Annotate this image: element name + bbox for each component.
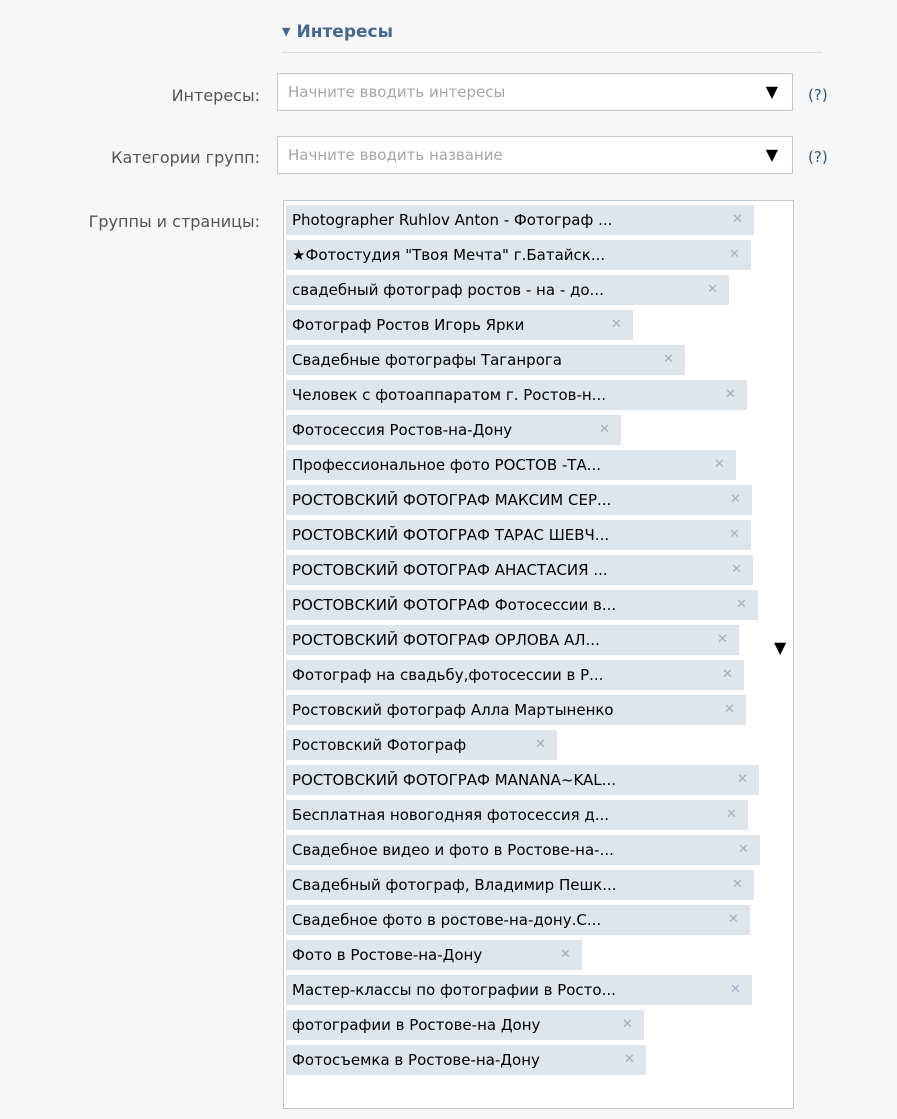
- remove-token-icon[interactable]: ✕: [737, 765, 748, 795]
- group-token: РОСТОВСКИЙ ФОТОГРАФ АНАСТАСИЯ ... ✕: [286, 555, 753, 585]
- remove-token-icon[interactable]: ✕: [726, 800, 737, 830]
- group-token-label: РОСТОВСКИЙ ФОТОГРАФ MANANA~KAL...: [292, 771, 616, 789]
- group-token-label: Ростовский фотограф Алла Мартыненко: [292, 701, 614, 719]
- groups-label: Группы и страницы:: [88, 212, 260, 231]
- remove-token-icon[interactable]: ✕: [725, 380, 736, 410]
- chevron-down-icon[interactable]: ▼: [766, 82, 778, 101]
- group-token: Фотосъемка в Ростове-на-Дону ✕: [286, 1045, 646, 1075]
- group-token: свадебный фотограф ростов - на - до... ✕: [286, 275, 729, 305]
- interests-input[interactable]: Начните вводить интересы ▼: [277, 73, 793, 111]
- categories-input[interactable]: Начните вводить название ▼: [277, 136, 793, 174]
- group-token: Фотограф Ростов Игорь Ярки ✕: [286, 310, 633, 340]
- group-token: Человек с фотоаппаратом г. Ростов-н... ✕: [286, 380, 747, 410]
- group-token-label: фотографии в Ростове-на Дону: [292, 1016, 541, 1034]
- group-token: Фото в Ростове-на-Дону ✕: [286, 940, 582, 970]
- group-token: Свадебный фотограф, Владимир Пешк... ✕: [286, 870, 754, 900]
- group-token: Мастер-классы по фотографии в Росто... ✕: [286, 975, 752, 1005]
- remove-token-icon[interactable]: ✕: [724, 695, 735, 725]
- group-token-label: РОСТОВСКИЙ ФОТОГРАФ АНАСТАСИЯ ...: [292, 561, 608, 579]
- categories-help-link[interactable]: (?): [808, 148, 828, 166]
- groups-multiselect[interactable]: ▼ Photographer Ruhlov Anton - Фотограф .…: [283, 200, 794, 1109]
- group-token: РОСТОВСКИЙ ФОТОГРАФ МАКСИМ СЕР... ✕: [286, 485, 752, 515]
- remove-token-icon[interactable]: ✕: [707, 275, 718, 305]
- group-token-label: РОСТОВСКИЙ ФОТОГРАФ МАКСИМ СЕР...: [292, 491, 612, 509]
- remove-token-icon[interactable]: ✕: [714, 450, 725, 480]
- categories-placeholder: Начните вводить название: [288, 146, 503, 164]
- group-token-label: Свадебное видео и фото в Ростове-на-...: [292, 841, 614, 859]
- remove-token-icon[interactable]: ✕: [535, 730, 546, 760]
- group-token-label: Свадебное фото в ростове-на-дону.С...: [292, 911, 602, 929]
- group-token: Ростовский фотограф Алла Мартыненко ✕: [286, 695, 746, 725]
- remove-token-icon[interactable]: ✕: [738, 835, 749, 865]
- chevron-down-icon[interactable]: ▼: [766, 145, 778, 164]
- group-token: РОСТОВСКИЙ ФОТОГРАФ ОРЛОВА АЛ... ✕: [286, 625, 739, 655]
- remove-token-icon[interactable]: ✕: [611, 310, 622, 340]
- group-token: Свадебное фото в ростове-на-дону.С... ✕: [286, 905, 750, 935]
- group-token-label: Бесплатная новогодняя фотосессия д...: [292, 806, 610, 824]
- group-token-label: Мастер-классы по фотографии в Росто...: [292, 981, 616, 999]
- remove-token-icon[interactable]: ✕: [624, 1045, 635, 1075]
- group-token-label: Профессиональное фото РОСТОВ -ТА...: [292, 456, 602, 474]
- group-token-label: РОСТОВСКИЙ ФОТОГРАФ Фотосессии в...: [292, 596, 617, 614]
- remove-token-icon[interactable]: ✕: [663, 345, 674, 375]
- group-token-label: Свадебный фотограф, Владимир Пешк...: [292, 876, 617, 894]
- group-token-label: Фотограф на свадьбу,фотосессии в Р...: [292, 666, 604, 684]
- group-token-label: Свадебные фотографы Таганрога: [292, 351, 562, 369]
- group-token-label: РОСТОВСКИЙ ФОТОГРАФ ТАРАС ШЕВЧ...: [292, 526, 610, 544]
- remove-token-icon[interactable]: ✕: [560, 940, 571, 970]
- group-token: Фотосессия Ростов-на-Дону ✕: [286, 415, 621, 445]
- group-token: РОСТОВСКИЙ ФОТОГРАФ MANANA~KAL... ✕: [286, 765, 759, 795]
- group-token-label: Ростовский Фотограф: [292, 736, 467, 754]
- remove-token-icon[interactable]: ✕: [731, 555, 742, 585]
- remove-token-icon[interactable]: ✕: [729, 520, 740, 550]
- group-token: РОСТОВСКИЙ ФОТОГРАФ Фотосессии в... ✕: [286, 590, 758, 620]
- section-title: Интересы: [296, 22, 393, 42]
- chevron-down-icon[interactable]: ▼: [774, 638, 786, 657]
- group-token-label: Фотосессия Ростов-на-Дону: [292, 421, 513, 439]
- collapse-arrow-icon[interactable]: ▼: [282, 25, 290, 38]
- group-token-label: ★Фотостудия "Твоя Мечта" г.Батайск...: [292, 246, 606, 264]
- group-token: Фотограф на свадьбу,фотосессии в Р... ✕: [286, 660, 744, 690]
- remove-token-icon[interactable]: ✕: [732, 205, 743, 235]
- remove-token-icon[interactable]: ✕: [730, 975, 741, 1005]
- group-token-label: Фото в Ростове-на-Дону: [292, 946, 483, 964]
- group-token: фотографии в Ростове-на Дону ✕: [286, 1010, 644, 1040]
- remove-token-icon[interactable]: ✕: [736, 590, 747, 620]
- section-header-interests[interactable]: ▼ Интересы: [282, 22, 822, 53]
- group-token-label: РОСТОВСКИЙ ФОТОГРАФ ОРЛОВА АЛ...: [292, 631, 600, 649]
- remove-token-icon[interactable]: ✕: [729, 240, 740, 270]
- remove-token-icon[interactable]: ✕: [717, 625, 728, 655]
- group-token: Бесплатная новогодняя фотосессия д... ✕: [286, 800, 748, 830]
- interests-label: Интересы:: [171, 86, 260, 105]
- group-token: РОСТОВСКИЙ ФОТОГРАФ ТАРАС ШЕВЧ... ✕: [286, 520, 751, 550]
- interests-help-link[interactable]: (?): [808, 86, 828, 104]
- group-token: ★Фотостудия "Твоя Мечта" г.Батайск... ✕: [286, 240, 751, 270]
- remove-token-icon[interactable]: ✕: [622, 1010, 633, 1040]
- remove-token-icon[interactable]: ✕: [728, 905, 739, 935]
- remove-token-icon[interactable]: ✕: [722, 660, 733, 690]
- remove-token-icon[interactable]: ✕: [599, 415, 610, 445]
- group-token: Профессиональное фото РОСТОВ -ТА... ✕: [286, 450, 736, 480]
- group-token-label: Фотограф Ростов Игорь Ярки: [292, 316, 525, 334]
- remove-token-icon[interactable]: ✕: [730, 485, 741, 515]
- categories-label: Категории групп:: [111, 148, 260, 167]
- group-token: Ростовский Фотограф ✕: [286, 730, 557, 760]
- interests-placeholder: Начните вводить интересы: [288, 83, 506, 101]
- group-token-label: свадебный фотограф ростов - на - до...: [292, 281, 604, 299]
- remove-token-icon[interactable]: ✕: [732, 870, 743, 900]
- group-token-label: Фотосъемка в Ростове-на-Дону: [292, 1051, 540, 1069]
- group-token: Свадебные фотографы Таганрога ✕: [286, 345, 685, 375]
- group-token-label: Человек с фотоаппаратом г. Ростов-н...: [292, 386, 606, 404]
- group-token-label: Photographer Ruhlov Anton - Фотограф ...: [292, 211, 613, 229]
- group-token: Photographer Ruhlov Anton - Фотограф ...…: [286, 205, 754, 235]
- group-token: Свадебное видео и фото в Ростове-на-... ✕: [286, 835, 760, 865]
